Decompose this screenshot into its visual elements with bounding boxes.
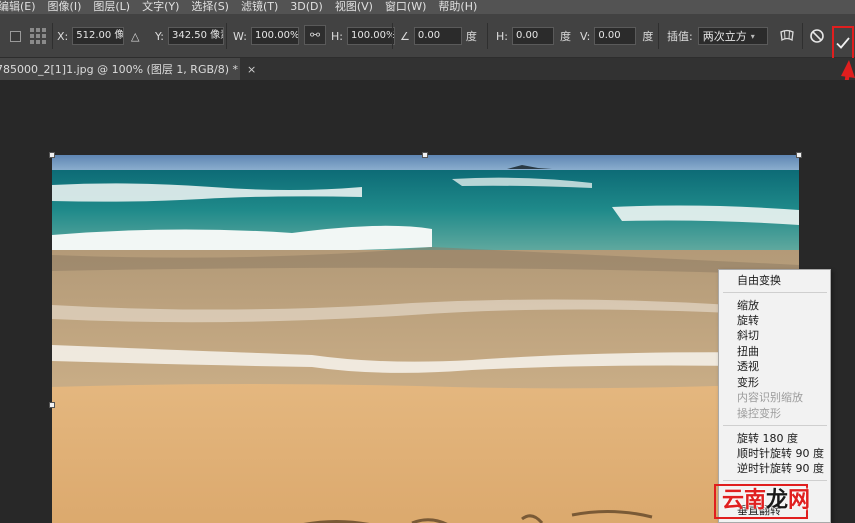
- warp-mode-button[interactable]: [778, 27, 796, 45]
- chevron-down-icon: ▾: [750, 31, 755, 41]
- menu-item-rotate-90-cw[interactable]: 顺时针旋转 90 度: [737, 447, 824, 460]
- menu-item-skew[interactable]: 斜切: [737, 329, 759, 342]
- commit-transform-button[interactable]: [832, 26, 854, 60]
- transform-handle-top-left[interactable]: [49, 152, 55, 158]
- checkmark-icon: [836, 37, 850, 49]
- cancel-icon: [810, 29, 824, 43]
- menu-item-rotate[interactable]: 旋转: [737, 314, 759, 327]
- link-icon: ⚯: [309, 28, 321, 42]
- transform-handle-top[interactable]: [422, 152, 428, 158]
- close-tab-icon[interactable]: ×: [247, 63, 256, 76]
- menu-item-free-transform[interactable]: 自由变换: [737, 274, 781, 287]
- menu-help[interactable]: 帮助(H): [432, 0, 483, 14]
- menu-select[interactable]: 选择(S): [185, 0, 235, 14]
- menu-window[interactable]: 窗口(W): [379, 0, 432, 14]
- menu-bar: 编辑(E) 图像(I) 图层(L) 文字(Y) 选择(S) 滤镜(T) 3D(D…: [0, 0, 855, 14]
- height-field[interactable]: 100.00%: [346, 27, 395, 45]
- warp-icon: [780, 29, 794, 42]
- transform-handle-left[interactable]: [49, 402, 55, 408]
- cancel-transform-button[interactable]: [808, 27, 826, 45]
- menu-layer[interactable]: 图层(L): [87, 0, 136, 14]
- relative-position-icon[interactable]: △: [131, 30, 139, 43]
- maintain-aspect-ratio-button[interactable]: ⚯: [304, 25, 326, 45]
- beach-photo[interactable]: [52, 155, 799, 523]
- menu-3d[interactable]: 3D(D): [284, 0, 329, 14]
- vertical-skew-field[interactable]: 0.00: [594, 27, 637, 45]
- x-label: X:: [57, 29, 69, 43]
- menu-item-rotate-90-ccw[interactable]: 逆时针旋转 90 度: [737, 462, 824, 475]
- menu-view[interactable]: 视图(V): [329, 0, 379, 14]
- watermark-logo: 云南龙网: [722, 488, 811, 513]
- hskew-label: H:: [496, 29, 508, 43]
- document-tab-title: 785000_2[1]1.jpg @ 100% (图层 1, RGB/8) *: [0, 63, 239, 76]
- menu-edit[interactable]: 编辑(E): [0, 0, 42, 14]
- width-field[interactable]: 100.00%: [250, 27, 299, 45]
- menu-item-puppet-warp: 操控变形: [737, 407, 781, 420]
- document-tab-bar: 785000_2[1]1.jpg @ 100% (图层 1, RGB/8) * …: [0, 58, 855, 80]
- transform-handle-top-right[interactable]: [796, 152, 802, 158]
- menu-type[interactable]: 文字(Y): [136, 0, 185, 14]
- h-label: H:: [331, 29, 343, 43]
- vskew-unit: 度: [642, 30, 654, 43]
- beach-image: [52, 155, 799, 523]
- horizontal-skew-field[interactable]: 0.00: [511, 27, 554, 45]
- interpolation-label: 插值:: [667, 30, 693, 43]
- reference-grid-icon[interactable]: [29, 27, 47, 45]
- menu-image[interactable]: 图像(I): [42, 0, 88, 14]
- x-position-field[interactable]: 512.00 像素: [72, 27, 125, 45]
- y-label: Y:: [155, 29, 164, 43]
- menu-item-distort[interactable]: 扭曲: [737, 345, 759, 358]
- interpolation-select[interactable]: 两次立方 ▾: [697, 27, 768, 45]
- vskew-label: V:: [580, 29, 591, 43]
- angle-icon: ∠: [400, 29, 410, 43]
- reference-point-checkbox[interactable]: [10, 30, 21, 42]
- angle-unit: 度: [465, 30, 477, 43]
- interpolation-value: 两次立方: [702, 30, 747, 43]
- menu-item-scale[interactable]: 缩放: [737, 299, 759, 312]
- y-position-field[interactable]: 342.50 像素: [167, 27, 224, 45]
- options-bar: X: 512.00 像素 △ Y: 342.50 像素 W: 100.00% ⚯…: [0, 14, 855, 60]
- menu-item-rotate-180[interactable]: 旋转 180 度: [737, 432, 798, 445]
- reference-point-locator[interactable]: [29, 27, 47, 45]
- rotate-angle-field[interactable]: 0.00: [413, 27, 462, 45]
- menu-item-perspective[interactable]: 透视: [737, 360, 759, 373]
- menu-item-content-aware-scale: 内容识别缩放: [737, 391, 803, 404]
- hskew-unit: 度: [559, 30, 571, 43]
- w-label: W:: [233, 29, 247, 43]
- menu-item-warp[interactable]: 变形: [737, 376, 759, 389]
- reference-point-toggle[interactable]: [10, 27, 21, 45]
- document-tab[interactable]: 785000_2[1]1.jpg @ 100% (图层 1, RGB/8) * …: [0, 58, 256, 80]
- menu-filter[interactable]: 滤镜(T): [235, 0, 284, 14]
